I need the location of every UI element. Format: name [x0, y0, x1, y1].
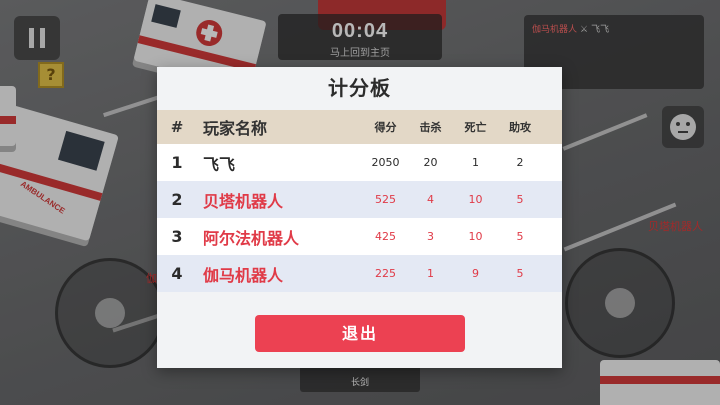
- player-name: 贝塔机器人: [203, 191, 284, 211]
- rank-cell: 4: [171, 264, 183, 283]
- scoreboard-header: # 玩家名称 得分 击杀 死亡 助攻: [157, 110, 562, 144]
- table-row: 4 伽马机器人 225 1 9 5: [157, 255, 562, 292]
- header-deaths: 死亡: [464, 121, 487, 134]
- score-cell: 425: [375, 230, 396, 243]
- player-name: 飞飞: [203, 154, 236, 174]
- deaths-cell: 1: [472, 156, 479, 169]
- exit-button[interactable]: 退出: [255, 315, 465, 352]
- assists-cell: 5: [516, 267, 524, 280]
- deaths-cell: 9: [472, 267, 479, 280]
- player-name: 阿尔法机器人: [203, 228, 300, 248]
- table-row: 3 阿尔法机器人 425 3 10 5: [157, 218, 562, 255]
- assists-cell: 2: [516, 156, 524, 169]
- score-cell: 2050: [371, 156, 400, 169]
- scoreboard-dialog: 计分板 # 玩家名称 得分 击杀 死亡 助攻 1 飞飞 2050 20 1 2 …: [157, 67, 562, 368]
- rank-cell: 3: [171, 227, 183, 246]
- header-name: 玩家名称: [203, 119, 268, 138]
- header-kills: 击杀: [419, 121, 442, 134]
- rank-cell: 1: [171, 153, 183, 172]
- kills-cell: 4: [427, 193, 434, 206]
- header-score: 得分: [374, 121, 397, 134]
- table-row: 1 飞飞 2050 20 1 2: [157, 144, 562, 181]
- scoreboard-title: 计分板: [328, 76, 391, 100]
- table-row: 2 贝塔机器人 525 4 10 5: [157, 181, 562, 218]
- score-cell: 225: [375, 267, 396, 280]
- header-rank: #: [170, 118, 184, 136]
- assists-cell: 5: [516, 230, 524, 243]
- deaths-cell: 10: [468, 193, 483, 206]
- kills-cell: 20: [423, 156, 438, 169]
- player-name: 伽马机器人: [203, 265, 284, 285]
- kills-cell: 1: [427, 267, 434, 280]
- header-assists: 助攻: [509, 121, 531, 134]
- score-cell: 525: [375, 193, 396, 206]
- rank-cell: 2: [171, 190, 183, 209]
- assists-cell: 5: [516, 193, 524, 206]
- kills-cell: 3: [427, 230, 434, 243]
- deaths-cell: 10: [468, 230, 483, 243]
